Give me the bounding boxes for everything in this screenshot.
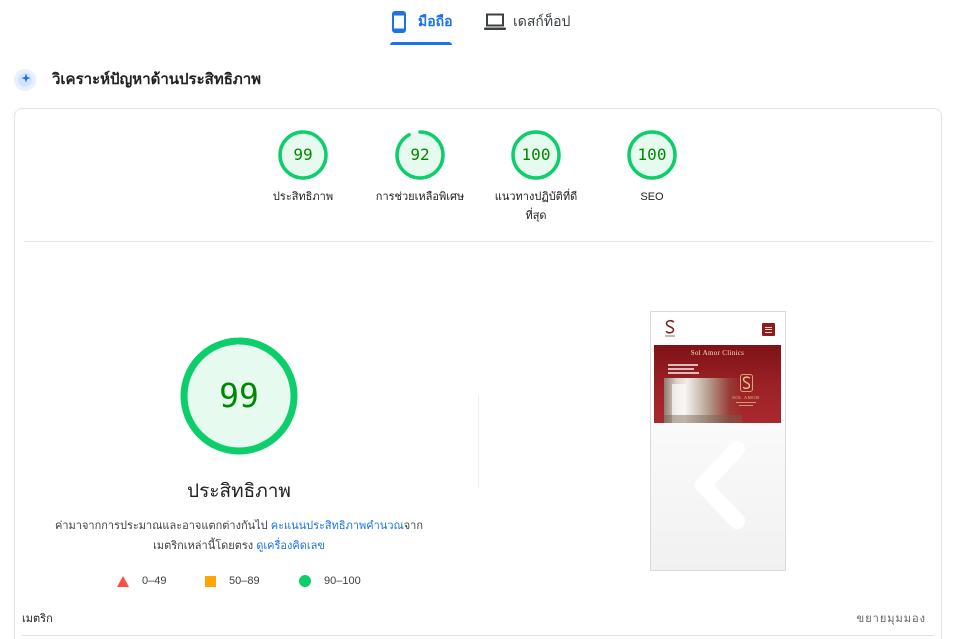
preview-logo-mark	[740, 374, 753, 392]
divider	[24, 241, 934, 242]
calculator-link[interactable]: ดูเครื่องคิดเลข	[256, 540, 325, 552]
performance-description: ค่ามาจากการประมาณและอาจแตกต่างกันไป คะแน…	[34, 516, 444, 556]
gauge-label: การช่วยเหลือพิเศษ	[375, 191, 465, 203]
gauge-score: 92	[410, 145, 430, 164]
average-square-icon	[205, 575, 216, 587]
tab-mobile[interactable]: มือถือ	[388, 6, 454, 45]
preview-header-logo	[665, 319, 675, 337]
legend-pass: 90–100	[299, 574, 361, 588]
preview-logo-subtext	[736, 402, 756, 408]
legend-range: 90–100	[324, 575, 361, 587]
legend-fail: 0–49	[117, 574, 166, 588]
fail-triangle-icon	[117, 575, 129, 587]
performance-score: 99	[219, 376, 259, 415]
gauge-score: 99	[293, 145, 313, 164]
preview-banner-text	[668, 364, 702, 376]
phone-icon	[392, 11, 406, 33]
preview-site-header	[651, 312, 785, 345]
performance-title: ประสิทธิภาพ	[187, 481, 291, 502]
description-line: ค่ามาจากการประมาณและอาจแตกต่างกันไป คะแน…	[34, 516, 444, 536]
gauge-label: แนวทางปฏิบัติที่ดีที่สุด	[494, 191, 578, 222]
preview-hero-banner: Sol Amor Clinics SOL AMOR	[654, 345, 781, 423]
legend-range: 0–49	[142, 575, 167, 587]
gauge-label: SEO	[640, 191, 664, 203]
page-screenshot-preview: Sol Amor Clinics SOL AMOR	[650, 311, 786, 571]
preview-site-title: Sol Amor Clinics	[690, 349, 745, 357]
tab-selected-indicator	[390, 42, 452, 45]
tab-mobile-label: มือถือ	[418, 13, 453, 29]
tab-desktop[interactable]: เดสก์ท็อป	[480, 6, 576, 45]
gauge-performance[interactable]: 99 ประสิทธิภาพ	[248, 130, 358, 207]
description-line: เมตริกเหล่านี้โดยตรง ดูเครื่องคิดเลข	[34, 536, 444, 556]
score-calculation-link[interactable]: คะแนนประสิทธิภาพคำนวณ	[271, 520, 404, 532]
report-card: 99 ประสิทธิภาพ 92 การช่วยเหลือพิเศษ 100 …	[14, 108, 942, 639]
tab-desktop-label: เดสก์ท็อป	[513, 13, 571, 29]
laptop-icon	[484, 13, 506, 31]
description-text: ค่ามาจากการประมาณและอาจแตกต่างกันไป	[54, 520, 271, 532]
expand-view-toggle[interactable]: ขยายมุมมอง	[857, 610, 926, 628]
legend-average: 50–89	[205, 574, 260, 588]
diagnose-icon	[13, 68, 37, 92]
pass-circle-icon	[299, 575, 311, 587]
preview-page-body	[651, 423, 785, 570]
gauge-label: ประสิทธิภาพ	[272, 191, 334, 203]
column-divider	[478, 395, 479, 488]
chevron-left-icon	[692, 440, 746, 530]
preview-menu-icon	[762, 323, 775, 336]
gauge-accessibility[interactable]: 92 การช่วยเหลือพิเศษ	[365, 130, 475, 207]
description-text: เมตริกเหล่านี้โดยตรง	[153, 540, 257, 552]
section-title: วิเคราะห์ปัญหาด้านประสิทธิภาพ	[52, 71, 262, 88]
gauge-seo[interactable]: 100 SEO	[597, 130, 707, 207]
gauge-score: 100	[521, 145, 551, 164]
gauge-best-practices[interactable]: 100 แนวทางปฏิบัติที่ดีที่สุด	[481, 130, 591, 226]
metrics-divider	[22, 635, 934, 636]
metrics-heading: เมตริก	[22, 613, 53, 625]
description-text: จาก	[403, 520, 424, 532]
gauge-score: 100	[637, 145, 667, 164]
performance-gauge: 99	[179, 336, 299, 456]
legend-range: 50–89	[229, 575, 260, 587]
preview-logo-text: SOL AMOR	[732, 395, 760, 400]
